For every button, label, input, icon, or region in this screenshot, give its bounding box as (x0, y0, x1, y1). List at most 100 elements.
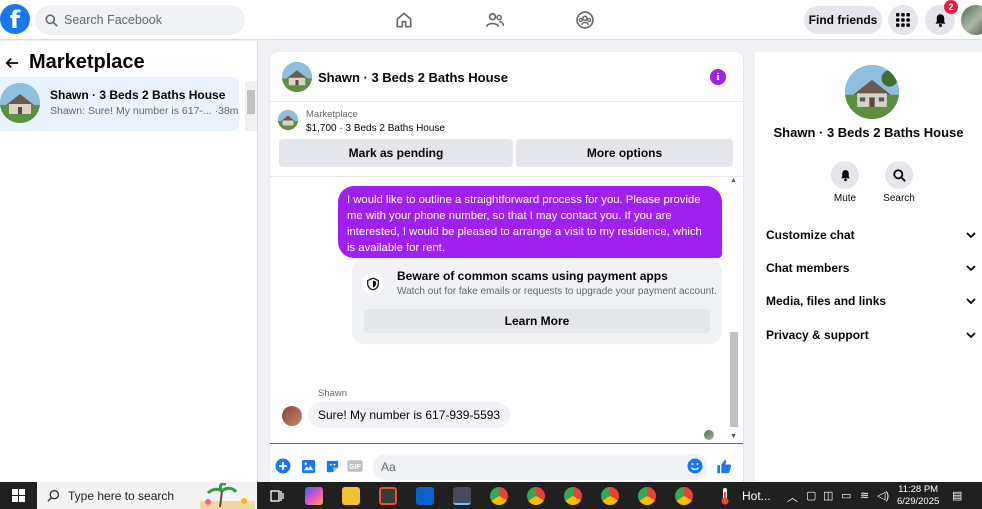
scam-warning-card: Beware of common scams using payment app… (352, 259, 722, 344)
chat-details-panel: Shawn · 3 Beds 2 Baths House Mute Search… (755, 52, 982, 482)
sender-avatar[interactable] (282, 406, 302, 426)
pinned-app-icon[interactable] (453, 487, 471, 505)
volume-icon[interactable]: ◁) (877, 489, 889, 502)
learn-more-button[interactable]: Learn More (364, 309, 710, 333)
outlook-icon[interactable] (416, 487, 434, 505)
message-input[interactable] (373, 454, 707, 480)
listing-summary: Marketplace $1,700 · 3 Beds 2 Baths Hous… (270, 103, 743, 139)
chrome-profile-icon[interactable] (638, 487, 656, 505)
chrome-profile-icon[interactable] (601, 487, 619, 505)
chevron-down-icon (966, 265, 976, 272)
chevron-down-icon (966, 298, 976, 305)
search-icon (47, 490, 59, 502)
conversation-photo[interactable] (845, 65, 899, 119)
facebook-search-input[interactable] (64, 13, 224, 27)
facebook-logo-icon[interactable]: f (0, 4, 30, 34)
chrome-profile-icon[interactable] (527, 487, 545, 505)
house-thumbnail (0, 83, 40, 123)
chrome-profile-icon[interactable] (564, 487, 582, 505)
plus-circle-icon[interactable] (275, 458, 291, 474)
outgoing-message-bubble[interactable]: I would like to outline a straightforwar… (338, 186, 722, 258)
taskbar-search-placeholder: Type here to search (68, 488, 175, 503)
info-icon[interactable]: i (710, 69, 726, 85)
gif-icon[interactable]: GIF (347, 458, 363, 474)
listing-price: $1,700 · 3 Beds 2 Baths House (306, 123, 445, 134)
chat-members-label: Chat members (766, 261, 850, 275)
facebook-search-box[interactable] (35, 5, 245, 35)
back-arrow-icon[interactable] (5, 56, 19, 70)
mark-as-pending-button[interactable]: Mark as pending (279, 139, 513, 167)
chat-house-thumbnail[interactable] (282, 62, 312, 92)
find-friends-button[interactable]: Find friends (804, 6, 882, 34)
windows-start-icon[interactable] (12, 489, 25, 502)
sticker-icon[interactable] (324, 458, 340, 474)
scam-warning-title: Beware of common scams using payment app… (397, 269, 668, 283)
groups-icon[interactable] (574, 9, 596, 31)
scrollbar-thumb[interactable] (730, 332, 738, 427)
message-scrollbar[interactable]: ▲ ▼ (728, 177, 740, 443)
system-clock[interactable]: 11:28 PM 6/29/2025 (897, 484, 939, 508)
sender-name: Shawn (318, 388, 348, 399)
marketplace-label: Marketplace (306, 109, 358, 120)
account-avatar[interactable] (961, 5, 982, 35)
tray-chevron-up-icon[interactable]: ︿ (787, 489, 798, 505)
mute-bell-icon[interactable] (831, 161, 859, 189)
battery-icon[interactable]: ▭ (841, 489, 851, 502)
chevron-down-icon (966, 232, 976, 239)
microsoft-store-icon[interactable] (379, 487, 397, 505)
customize-chat-row[interactable]: Customize chat (766, 225, 976, 245)
scam-warning-subtitle: Watch out for fake emails or requests to… (397, 286, 717, 297)
chat-window: Shawn · 3 Beds 2 Baths House i Marketpla… (270, 52, 743, 482)
mute-label: Mute (833, 193, 857, 204)
taskbar-search-box[interactable]: Type here to search (37, 482, 257, 509)
incoming-message-bubble[interactable]: Sure! My number is 617-939-5593 (308, 402, 511, 428)
message-thread: I would like to outline a straightforwar… (270, 177, 743, 443)
thermometer-weather-icon[interactable] (718, 487, 732, 505)
conversation-list-scrollbar[interactable] (245, 81, 257, 131)
windows-taskbar: Type here to search Hot... ︿ ▢ ◫ ▭ ≋ ◁) … (0, 482, 982, 509)
scroll-down-arrow-icon[interactable]: ▼ (730, 433, 737, 440)
chrome-icon[interactable] (490, 487, 508, 505)
search-label: Search (883, 193, 915, 204)
wifi-icon[interactable]: ≋ (860, 489, 869, 502)
search-conversation-icon[interactable] (885, 161, 913, 189)
beach-widget-icon (200, 483, 255, 509)
chat-title[interactable]: Shawn · 3 Beds 2 Baths House (318, 70, 508, 85)
seen-indicator-avatar (704, 430, 714, 440)
conversation-preview: Shawn: Sure! My number is 617-... ·38m (50, 105, 239, 117)
message-composer: GIF (270, 450, 743, 482)
more-options-button[interactable]: More options (516, 139, 733, 167)
task-view-icon[interactable] (268, 487, 286, 505)
clock-time: 11:28 PM (898, 484, 939, 495)
emoji-icon[interactable] (687, 458, 703, 474)
customize-chat-label: Customize chat (766, 228, 855, 242)
scroll-up-arrow-icon[interactable]: ▲ (730, 177, 737, 184)
thumbs-up-icon[interactable] (716, 458, 732, 474)
media-files-links-row[interactable]: Media, files and links (766, 291, 976, 311)
friends-icon[interactable] (484, 9, 506, 31)
marketplace-title: Marketplace (29, 51, 145, 73)
shield-icon (362, 273, 384, 295)
privacy-support-row[interactable]: Privacy & support (766, 325, 976, 345)
media-files-links-label: Media, files and links (766, 294, 887, 308)
composer-focus-line (270, 443, 743, 444)
listing-thumbnail[interactable] (278, 110, 298, 130)
scrollbar-thumb[interactable] (247, 90, 255, 114)
home-icon[interactable] (393, 9, 415, 31)
tray-app-icon[interactable]: ▢ (806, 489, 816, 502)
conversation-list-item[interactable]: Shawn · 3 Beds 2 Baths House Shawn: Sure… (0, 77, 239, 131)
chat-members-row[interactable]: Chat members (766, 258, 976, 278)
chevron-down-icon (966, 332, 976, 339)
conversation-name: Shawn · 3 Beds 2 Baths House (50, 88, 226, 102)
photo-icon[interactable] (300, 458, 316, 474)
file-explorer-icon[interactable] (342, 487, 360, 505)
chrome-profile-icon[interactable] (675, 487, 693, 505)
top-navigation-bar: f Find friends 2 (0, 0, 982, 40)
weather-label[interactable]: Hot... (742, 489, 771, 503)
clock-date: 6/29/2025 (897, 496, 940, 507)
copilot-icon[interactable] (305, 487, 323, 505)
notification-center-icon[interactable]: ▤ (952, 489, 962, 502)
chat-header: Shawn · 3 Beds 2 Baths House i (270, 52, 743, 102)
menu-grid-icon[interactable] (888, 5, 918, 35)
tray-device-icon[interactable]: ◫ (823, 489, 833, 502)
